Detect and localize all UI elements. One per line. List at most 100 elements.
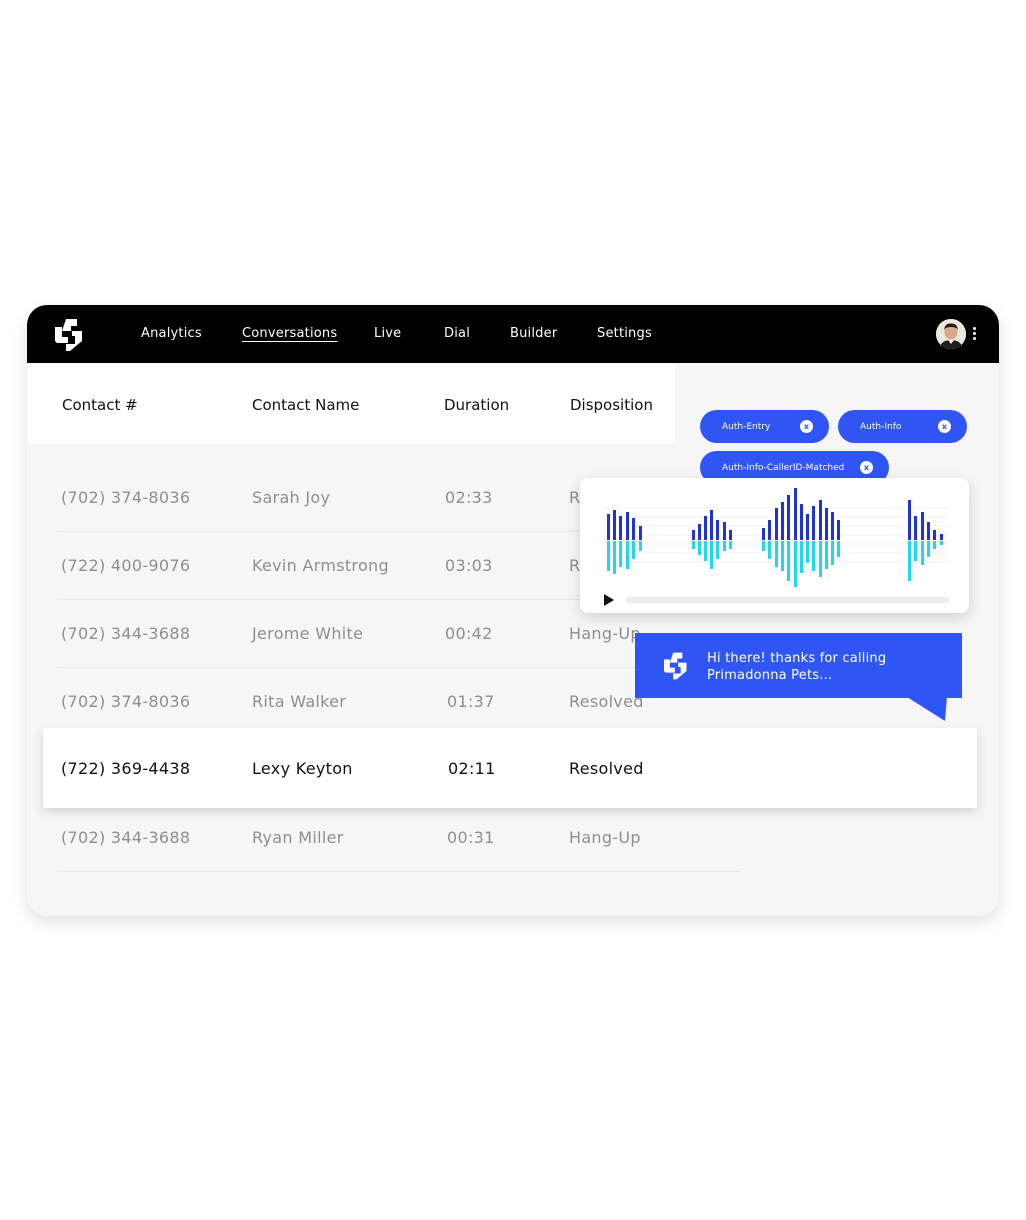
- progress-track: [626, 597, 949, 603]
- cell-duration: 00:42: [445, 624, 493, 643]
- table-header: Contact # Contact Name Duration Disposit…: [27, 363, 675, 444]
- nav-dial[interactable]: Dial: [444, 326, 470, 341]
- cell-duration: 02:33: [445, 488, 493, 507]
- app-window: Analytics Conversations Live Dial Builde…: [27, 305, 999, 916]
- nav-builder[interactable]: Builder: [510, 326, 557, 341]
- waveform-bar: [800, 541, 803, 573]
- chat-bubble: Hi there! thanks for calling Primadonna …: [635, 633, 962, 698]
- cell-duration: 03:03: [445, 556, 493, 575]
- table-row[interactable]: (702) 344-3688 Ryan Miller 00:31 Hang-Up: [57, 804, 741, 872]
- brand-logo-icon[interactable]: [49, 317, 85, 353]
- cell-disposition: Resolved: [569, 692, 644, 711]
- cell-contact-number: (722) 369-4438: [61, 759, 191, 778]
- audio-player-card: [580, 478, 969, 613]
- waveform-bar: [619, 516, 622, 540]
- cell-disposition: R: [569, 556, 581, 575]
- waveform-bar: [831, 512, 834, 540]
- cell-contact-name: Rita Walker: [252, 692, 347, 711]
- cell-contact-number: (722) 400-9076: [61, 556, 191, 575]
- waveform-bar: [729, 541, 732, 549]
- waveform-bar: [787, 495, 790, 540]
- waveform-bar: [768, 520, 771, 540]
- header-contact-number[interactable]: Contact #: [62, 396, 138, 414]
- waveform-bar: [775, 508, 778, 540]
- waveform-bar: [800, 504, 803, 540]
- waveform-bar: [704, 541, 707, 561]
- cell-disposition: Resolved: [569, 759, 644, 778]
- waveform-bar: [775, 541, 778, 567]
- waveform-bar: [723, 541, 726, 551]
- waveform-bar: [825, 508, 828, 540]
- waveform-bar: [704, 516, 707, 540]
- waveform-bar: [768, 541, 771, 559]
- header-disposition[interactable]: Disposition: [570, 396, 653, 414]
- cell-contact-name: Lexy Keyton: [252, 759, 353, 778]
- nav-conversations[interactable]: Conversations: [242, 326, 337, 341]
- nav-analytics[interactable]: Analytics: [141, 326, 202, 341]
- waveform-bar: [927, 541, 930, 557]
- audio-waveform[interactable]: [580, 478, 969, 613]
- waveform-bar: [794, 541, 797, 587]
- waveform-bar: [914, 541, 917, 561]
- waveform-bar: [825, 541, 828, 569]
- waveform-bar: [781, 502, 784, 540]
- cell-disposition: Hang-Up: [569, 624, 641, 643]
- waveform-bar: [819, 541, 822, 577]
- waveform-bar: [940, 541, 943, 545]
- close-icon[interactable]: x: [800, 420, 813, 433]
- table-row-selected[interactable]: (722) 369-4438 Lexy Keyton 02:11 Resolve…: [43, 728, 977, 808]
- tag-auth-entry[interactable]: Auth-Entry x: [700, 410, 829, 443]
- waveform-bar: [787, 541, 790, 581]
- cell-contact-number: (702) 374-8036: [61, 692, 191, 711]
- waveform-bar: [806, 541, 809, 563]
- waveform-bar: [914, 516, 917, 540]
- top-navbar: Analytics Conversations Live Dial Builde…: [27, 305, 999, 363]
- nav-live[interactable]: Live: [374, 326, 401, 341]
- waveform-bar: [806, 514, 809, 540]
- nav-settings[interactable]: Settings: [597, 326, 652, 341]
- chat-bubble-tail: [907, 697, 947, 721]
- waveform-bar: [940, 534, 943, 540]
- waveform-bar: [607, 541, 610, 571]
- waveform-bar: [908, 541, 911, 581]
- brand-logo-icon: [664, 652, 687, 680]
- waveform-bar: [698, 541, 701, 555]
- user-avatar[interactable]: [936, 319, 966, 349]
- waveform-bar: [626, 512, 629, 540]
- waveform-bar: [716, 520, 719, 540]
- cell-contact-name: Kevin Armstrong: [252, 556, 389, 575]
- waveform-bar: [632, 541, 635, 559]
- header-duration[interactable]: Duration: [444, 396, 509, 414]
- tag-label: Auth-Entry: [722, 421, 771, 432]
- waveform-bar: [632, 518, 635, 540]
- header-contact-name[interactable]: Contact Name: [252, 396, 359, 414]
- waveform-bar: [639, 526, 642, 540]
- waveform-bar: [626, 541, 629, 569]
- cell-contact-name: Jerome White: [252, 624, 364, 643]
- waveform-bar: [710, 541, 713, 569]
- tag-auth-info[interactable]: Auth-Info x: [838, 410, 967, 443]
- waveform-bar: [927, 522, 930, 540]
- waveform-bar: [812, 506, 815, 540]
- chat-message: Hi there! thanks for calling Primadonna …: [707, 650, 886, 684]
- cell-contact-number: (702) 374-8036: [61, 488, 191, 507]
- waveform-bar: [933, 541, 936, 549]
- close-icon[interactable]: x: [860, 461, 873, 474]
- play-icon[interactable]: [604, 594, 614, 606]
- kebab-menu-icon[interactable]: [971, 327, 977, 343]
- cell-contact-number: (702) 344-3688: [61, 624, 191, 643]
- cell-contact-number: (702) 344-3688: [61, 828, 191, 847]
- close-icon[interactable]: x: [938, 420, 951, 433]
- cell-duration: 02:11: [448, 759, 496, 778]
- waveform-bar: [837, 520, 840, 540]
- chat-message-line: Primadonna Pets...: [707, 668, 833, 683]
- waveform-bar: [716, 541, 719, 559]
- waveform-bar: [698, 524, 701, 540]
- waveform-bar: [837, 541, 840, 557]
- waveform-bar: [819, 500, 822, 540]
- tag-label: Auth-Info-CallerID-Matched: [722, 462, 845, 473]
- waveform-bar: [762, 528, 765, 540]
- waveform-bar: [762, 541, 765, 551]
- waveform-bar: [812, 541, 815, 571]
- cell-contact-name: Ryan Miller: [252, 828, 344, 847]
